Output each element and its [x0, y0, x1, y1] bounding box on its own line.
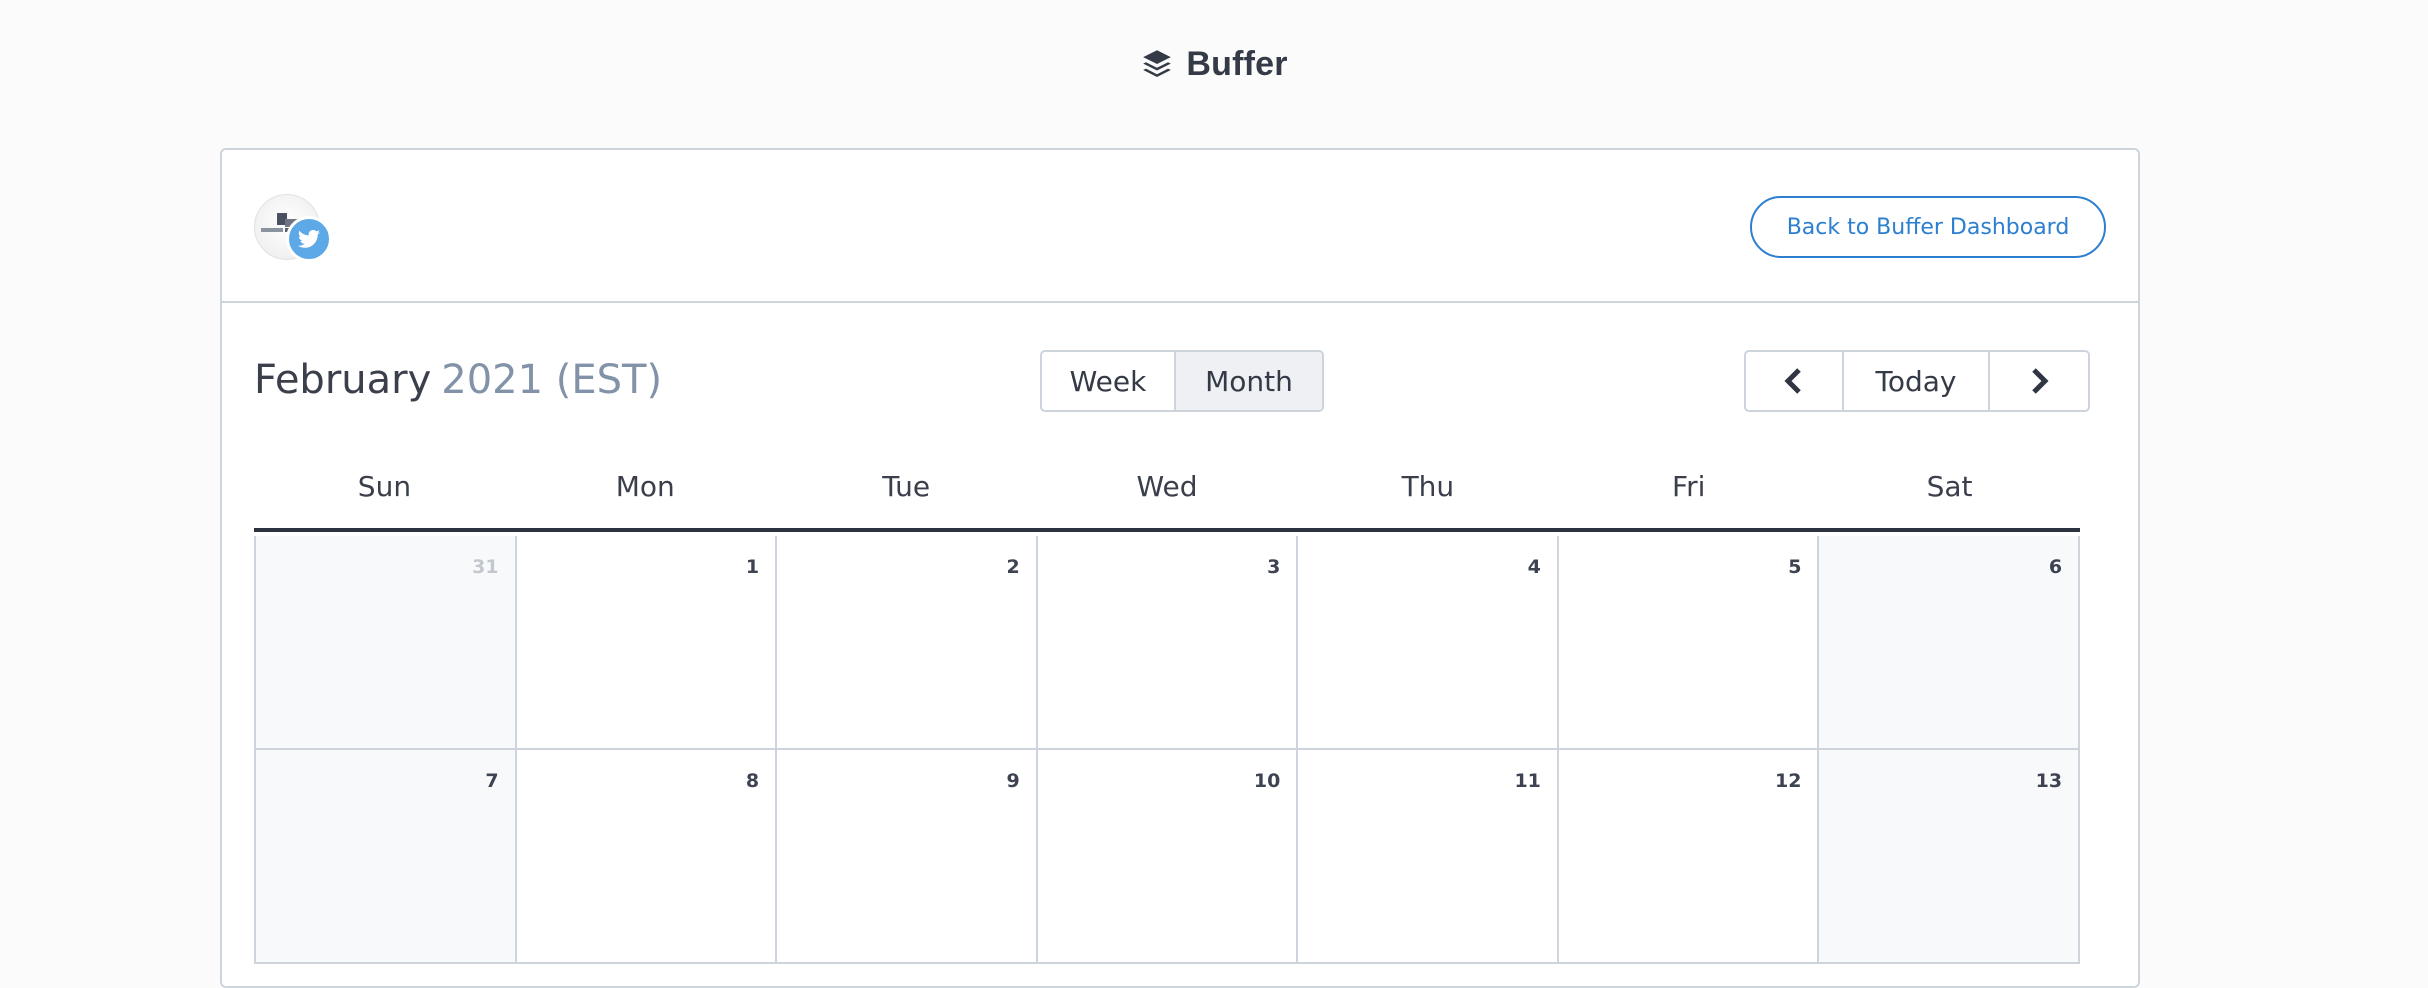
day-cell[interactable]: 11	[1298, 750, 1559, 962]
week-view-button[interactable]: Week	[1042, 352, 1176, 410]
day-cell[interactable]: 4	[1298, 536, 1559, 748]
day-cell[interactable]: 1	[516, 536, 778, 748]
week-row: 7 8 9 10 11 12 13	[256, 750, 2081, 964]
profile-selector[interactable]	[254, 194, 334, 274]
weekday-label: Sun	[357, 470, 412, 503]
twitter-icon	[286, 216, 332, 262]
month-view-button[interactable]: Month	[1176, 352, 1322, 410]
day-number: 6	[2048, 556, 2063, 578]
day-number: 2	[1006, 556, 1020, 578]
day-cell[interactable]: 2	[777, 536, 1038, 748]
view-toggle: Week Month	[1040, 350, 1324, 412]
weekday-header: Sun Mon Tue Wed Thu Fri Sat	[254, 470, 2080, 532]
calendar-card: Back to Buffer Dashboard February 2021 (…	[220, 148, 2140, 988]
weekday-label: Wed	[1136, 470, 1198, 503]
day-number: 11	[1514, 770, 1541, 792]
chevron-left-icon	[1784, 368, 1801, 394]
previous-button[interactable]	[1746, 352, 1844, 410]
day-cell[interactable]: 6	[1819, 536, 2081, 748]
day-cell[interactable]: 12	[1558, 750, 1820, 962]
day-number: 4	[1527, 556, 1541, 578]
weekday-label: Thu	[1401, 470, 1455, 503]
day-cell[interactable]: 3	[1037, 536, 1299, 748]
month-grid: 31 1 2 3 4 5 6 7 8 9 10 11 12 13	[254, 536, 2081, 964]
day-cell[interactable]: 31	[256, 536, 517, 748]
weekday-label: Tue	[882, 470, 931, 503]
day-number: 5	[1788, 556, 1802, 578]
weekday-label: Mon	[615, 470, 675, 503]
day-number: 12	[1775, 770, 1802, 792]
brand-logo[interactable]: Buffer	[1140, 45, 1287, 84]
calendar-title: February 2021 (EST)	[254, 350, 662, 410]
day-number: 7	[485, 770, 499, 792]
buffer-layers-icon	[1143, 50, 1172, 77]
next-button[interactable]	[1990, 352, 2088, 410]
top-bar: Buffer	[0, 0, 2428, 130]
day-number: 10	[1253, 770, 1281, 792]
day-cell[interactable]: 7	[256, 750, 517, 962]
chevron-right-icon	[2032, 368, 2049, 394]
weekday-label: Fri	[1672, 470, 1706, 503]
card-header: Back to Buffer Dashboard	[222, 150, 2138, 303]
day-number: 13	[2035, 770, 2063, 792]
day-cell[interactable]: 8	[516, 750, 778, 962]
weekday-label: Sat	[1926, 470, 1973, 503]
day-cell[interactable]: 5	[1558, 536, 1820, 748]
date-navigation: Today	[1744, 350, 2090, 412]
day-cell[interactable]: 13	[1819, 750, 2081, 962]
week-row: 31 1 2 3 4 5 6	[256, 536, 2081, 750]
today-button[interactable]: Today	[1844, 352, 1990, 410]
day-number: 3	[1267, 556, 1281, 578]
title-month: February	[254, 357, 432, 403]
day-cell[interactable]: 10	[1037, 750, 1299, 962]
back-to-dashboard-button[interactable]: Back to Buffer Dashboard	[1750, 196, 2106, 258]
day-number: 9	[1006, 770, 1020, 792]
day-cell[interactable]: 9	[777, 750, 1038, 962]
day-number: 31	[472, 556, 499, 578]
brand-name: Buffer	[1186, 44, 1288, 83]
day-number: 8	[745, 770, 760, 792]
day-number: 1	[745, 556, 760, 578]
title-year-timezone: 2021 (EST)	[441, 357, 663, 403]
